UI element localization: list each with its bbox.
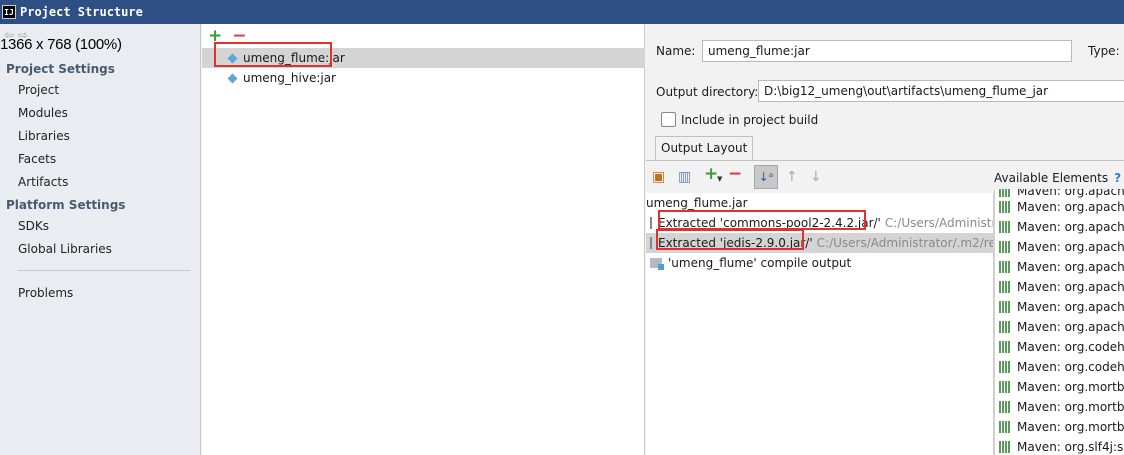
library-icon — [999, 401, 1011, 413]
output-directory-field[interactable]: D:\big12_umeng\out\artifacts\umeng_flume… — [758, 80, 1124, 102]
tree-row-path: C:/Users/Administrator/.m2/reposit — [816, 236, 994, 250]
resolution-overlay: 1366 x 768 (100%) — [0, 36, 122, 53]
intellij-app-icon: IJ — [2, 5, 16, 19]
artifact-details-panel: Name: umeng_flume:jar Type: Output direc… — [646, 24, 1124, 455]
nav-item-project[interactable]: Project — [18, 83, 59, 97]
library-item[interactable]: Maven: org.apache.v — [999, 317, 1124, 337]
name-label: Name: — [656, 44, 696, 58]
tree-root-label: umeng_flume.jar — [646, 196, 748, 210]
artifact-item-umeng-hive[interactable]: umeng_hive:jar — [202, 68, 645, 88]
artifacts-list-panel: + − umeng_flume:jar umeng_hive:jar — [202, 24, 645, 455]
module-output-icon — [650, 258, 664, 270]
nav-item-sdks[interactable]: SDKs — [18, 219, 49, 233]
available-elements-header: Available Elements? — [994, 171, 1124, 185]
create-directory-icon[interactable]: ▣ — [652, 169, 665, 185]
type-label: Type: — [1088, 44, 1120, 58]
library-item[interactable]: Maven: org.mortbay. — [999, 397, 1124, 417]
library-icon — [999, 241, 1011, 253]
project-settings-header: Project Settings — [6, 62, 115, 76]
library-item[interactable]: Maven: org.apache.t — [999, 297, 1124, 317]
sort-elements-icon[interactable]: ↓ᵃ — [754, 165, 778, 189]
library-icon — [999, 221, 1011, 233]
library-item[interactable]: Maven: org.apache.h — [999, 257, 1124, 277]
library-item[interactable]: Maven: org.codehau — [999, 337, 1124, 357]
create-archive-icon[interactable]: ▥ — [678, 169, 691, 185]
tree-row-path: C:/Users/Administrator/ — [884, 216, 993, 230]
library-item[interactable]: Maven: org.mortbay. — [999, 377, 1124, 397]
platform-settings-header: Platform Settings — [6, 198, 126, 212]
nav-item-libraries[interactable]: Libraries — [18, 129, 70, 143]
remove-element-icon[interactable]: − — [728, 164, 742, 184]
library-icon — [999, 261, 1011, 273]
available-elements-title: Available Elements — [994, 171, 1109, 185]
include-in-build-label: Include in project build — [681, 113, 819, 127]
include-in-build-checkbox[interactable] — [661, 112, 676, 127]
nav-item-artifacts[interactable]: Artifacts — [18, 175, 68, 189]
title-bar: IJ Project Structure — [0, 0, 1124, 24]
settings-sidebar: ⇦ ⇨ 1366 x 768 (100%) Project Settings P… — [0, 24, 201, 455]
highlight-box — [658, 210, 866, 230]
available-elements-panel: Available Elements? Maven: org.apache. M… — [994, 161, 1124, 455]
extracted-jar-icon — [650, 217, 652, 229]
library-icon — [999, 301, 1011, 313]
available-elements-list: Maven: org.apache. Maven: org.apache.f M… — [994, 189, 1124, 455]
output-directory-label: Output directory: — [656, 85, 759, 99]
dropdown-arrow-icon[interactable]: ▼ — [717, 175, 722, 183]
library-icon — [999, 281, 1011, 293]
library-icon — [999, 441, 1011, 453]
tree-row-compile-output[interactable]: 'umeng_flume' compile output — [646, 253, 993, 273]
artifact-jar-icon — [227, 73, 238, 84]
library-item[interactable]: Maven: org.apache.n — [999, 277, 1124, 297]
highlight-box — [214, 42, 332, 67]
move-up-icon[interactable]: ↑ — [786, 169, 798, 185]
help-icon[interactable]: ? — [1114, 171, 1121, 185]
extracted-jar-icon — [650, 237, 652, 249]
window-title: Project Structure — [20, 5, 143, 19]
nav-divider — [18, 270, 190, 271]
move-down-icon[interactable]: ↓ — [810, 169, 822, 185]
library-item[interactable]: Maven: org.apache.h — [999, 237, 1124, 257]
nav-item-global-libraries[interactable]: Global Libraries — [18, 242, 112, 256]
library-item[interactable]: Maven: org.slf4j:slf4j — [999, 437, 1124, 455]
nav-item-modules[interactable]: Modules — [18, 106, 68, 120]
library-icon — [999, 421, 1011, 433]
highlight-box — [656, 229, 804, 250]
library-icon — [999, 341, 1011, 353]
library-item[interactable]: Maven: org.mortbay. — [999, 417, 1124, 437]
library-item[interactable]: Maven: org.apache.f — [999, 197, 1124, 217]
artifact-label: umeng_hive:jar — [243, 71, 336, 85]
library-item[interactable]: Maven: org.apache.f — [999, 217, 1124, 237]
library-icon — [999, 381, 1011, 393]
library-icon — [999, 201, 1011, 213]
library-icon — [999, 189, 1011, 197]
tab-output-layout[interactable]: Output Layout — [655, 136, 754, 161]
library-item[interactable]: Maven: org.codehau — [999, 357, 1124, 377]
library-icon — [999, 361, 1011, 373]
name-field[interactable]: umeng_flume:jar — [702, 40, 1072, 62]
nav-item-facets[interactable]: Facets — [18, 152, 56, 166]
nav-item-problems[interactable]: Problems — [18, 286, 73, 300]
tree-row-label: 'umeng_flume' compile output — [668, 256, 852, 270]
library-icon — [999, 321, 1011, 333]
